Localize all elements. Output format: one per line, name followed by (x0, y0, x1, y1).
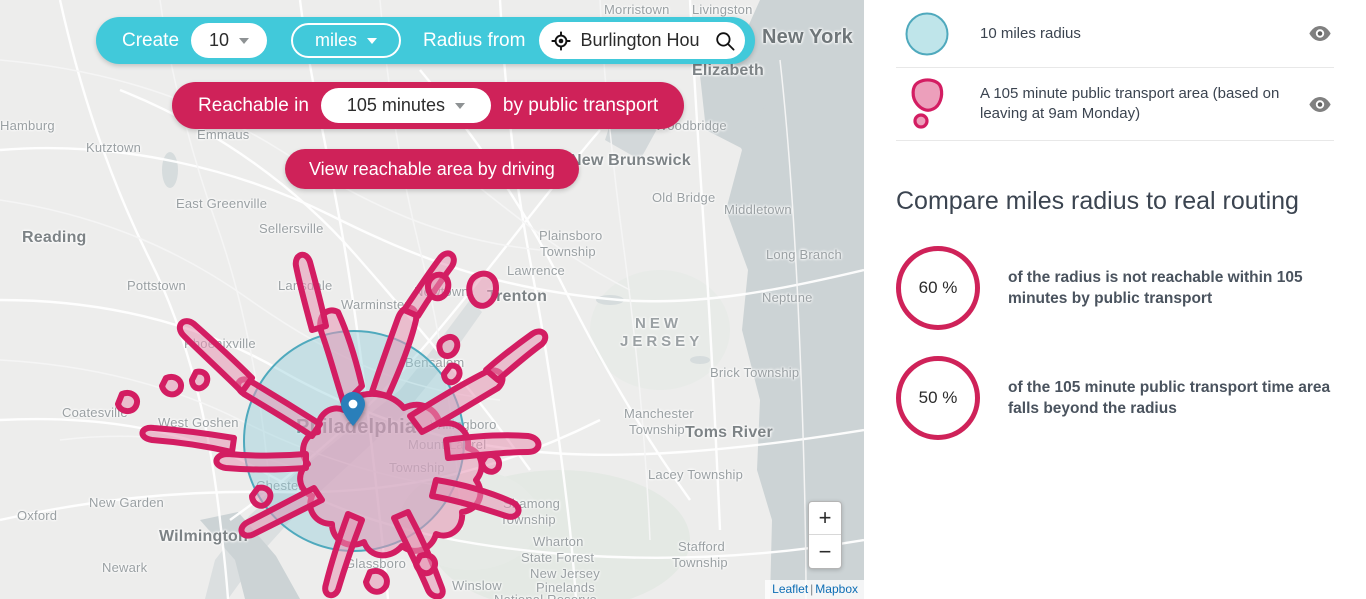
transport-mode-label: by public transport (502, 94, 659, 116)
create-radius-bar: Create 10 miles Radius from Burlington H… (96, 17, 756, 64)
travel-time-value: 105 minutes (346, 95, 445, 115)
leaflet-link[interactable]: Leaflet (772, 582, 808, 596)
eye-icon (1309, 26, 1331, 41)
mapbox-link[interactable]: Mapbox (815, 582, 858, 596)
radius-unit-dropdown[interactable]: miles (291, 23, 402, 58)
legend-label-radius: 10 miles radius (980, 24, 1081, 42)
isochrone-shape-swatch (896, 76, 958, 132)
stat-row-radius-unreachable: 60 % of the radius is not reachable with… (896, 246, 1334, 330)
reachable-in-label: Reachable in (198, 94, 309, 116)
radius-number-value: 10 (209, 30, 230, 50)
search-icon[interactable] (715, 31, 735, 51)
map-zoom-control[interactable]: + − (808, 501, 842, 569)
toggle-radius-visibility-button[interactable] (1306, 25, 1334, 42)
create-label: Create (122, 29, 180, 51)
stat-text-area-beyond-radius: of the 105 minute public transport time … (1008, 379, 1331, 417)
chevron-down-icon (239, 37, 250, 44)
radius-number-dropdown[interactable]: 10 (191, 23, 268, 58)
zoom-out-button[interactable]: − (809, 535, 841, 568)
compare-section-title: Compare miles radius to real routing (896, 187, 1299, 215)
eye-icon (1309, 96, 1331, 112)
view-driving-area-button[interactable]: View reachable area by driving (285, 149, 579, 189)
legend-row-isochrone: A 105 minute public transport area (base… (896, 68, 1334, 141)
chevron-down-icon (454, 102, 465, 109)
stat-ring-50: 50 % (896, 356, 980, 440)
stat-ring-60: 60 % (896, 246, 980, 330)
location-search-box[interactable]: Burlington Hou (539, 22, 746, 59)
stat-row-area-beyond-radius: 50 % of the 105 minute public transport … (896, 356, 1334, 440)
results-sidebar: 10 miles radius A 105 minute public tran… (864, 0, 1366, 599)
chevron-down-icon (367, 37, 378, 44)
radius-from-label: Radius from (423, 29, 526, 51)
crosshair-target-icon (552, 31, 571, 50)
attribution-separator: | (810, 582, 814, 596)
toggle-isochrone-visibility-button[interactable] (1306, 96, 1334, 113)
map-location-pin[interactable] (341, 392, 365, 426)
view-driving-area-label: View reachable area by driving (309, 158, 555, 179)
radius-circle-swatch (896, 11, 958, 57)
map-panel[interactable]: New York Elizabeth Morristown Livingston Woo… (0, 0, 864, 599)
zoom-in-button[interactable]: + (809, 502, 841, 535)
legend-label-isochrone: A 105 minute public transport area (base… (980, 85, 1280, 122)
map-attribution: Leaflet | Mapbox (765, 580, 864, 599)
travel-time-dropdown[interactable]: 105 minutes (320, 88, 491, 123)
radius-unit-value: miles (315, 30, 358, 50)
stat-text-radius-unreachable: of the radius is not reachable within 10… (1008, 269, 1303, 307)
reachable-time-bar: Reachable in 105 minutes by public trans… (172, 82, 685, 129)
legend-row-radius: 10 miles radius (896, 0, 1334, 68)
location-search-value[interactable]: Burlington Hou (580, 30, 711, 51)
